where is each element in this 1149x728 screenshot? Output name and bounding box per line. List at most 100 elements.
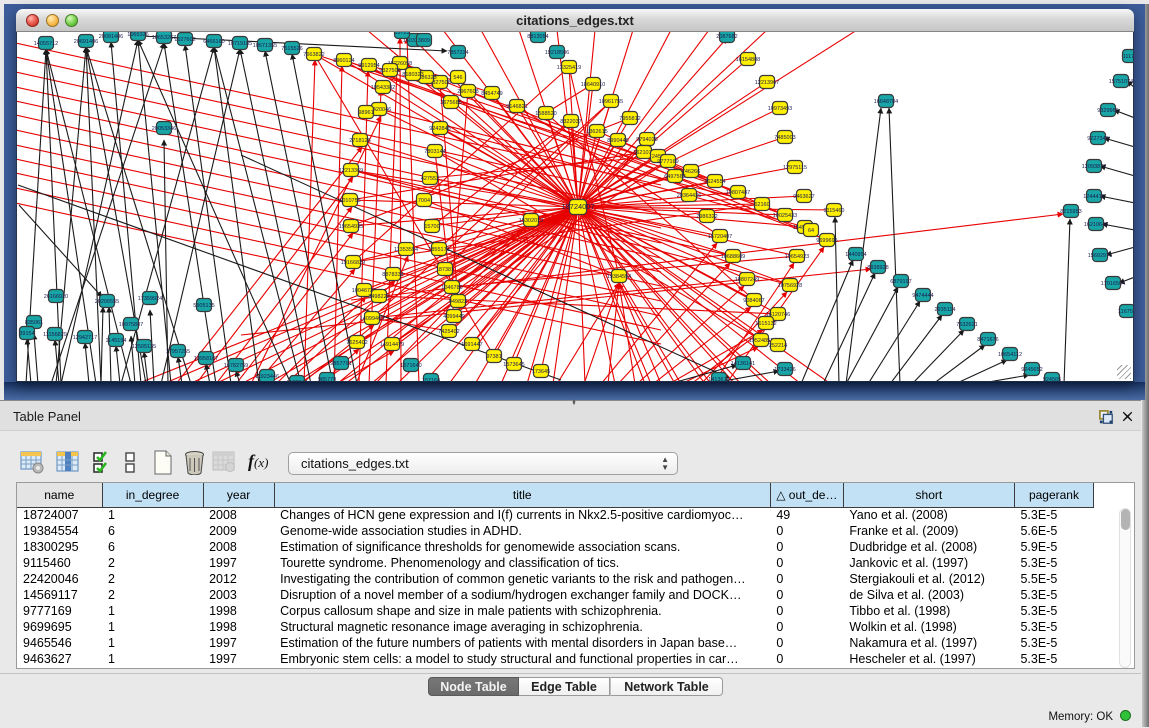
svg-text:11923446: 11923446 <box>255 374 279 380</box>
svg-text:10975887: 10975887 <box>119 322 143 328</box>
svg-text:9794028: 9794028 <box>636 137 657 143</box>
svg-text:10671355: 10671355 <box>253 43 277 49</box>
svg-text:546: 546 <box>453 75 462 81</box>
svg-text:9777169: 9777169 <box>657 159 678 165</box>
svg-text:8322037: 8322037 <box>560 119 581 125</box>
svg-text:11173: 11173 <box>1123 54 1134 60</box>
svg-text:9242848: 9242848 <box>429 126 450 132</box>
svg-text:15720407: 15720407 <box>708 234 732 240</box>
svg-text:8878334: 8878334 <box>382 272 403 278</box>
svg-text:20364436: 20364436 <box>677 193 701 199</box>
svg-text:8180323: 8180323 <box>402 72 423 78</box>
svg-text:19654935: 19654935 <box>339 224 363 230</box>
svg-text:20091406: 20091406 <box>99 34 123 40</box>
svg-text:427552: 427552 <box>421 176 439 182</box>
svg-text:4099449: 4099449 <box>443 314 464 320</box>
svg-text:17957255: 17957255 <box>166 349 190 355</box>
svg-text:157164: 157164 <box>422 378 440 382</box>
svg-text:10961755: 10961755 <box>599 99 623 105</box>
svg-text:7803144: 7803144 <box>424 149 445 155</box>
svg-text:9084067: 9084067 <box>743 298 764 304</box>
svg-text:8813054: 8813054 <box>527 34 548 40</box>
svg-text:7857224: 7857224 <box>447 50 468 56</box>
svg-text:1065326: 1065326 <box>127 32 148 38</box>
svg-text:7004: 7004 <box>418 198 430 204</box>
svg-text:15302013: 15302013 <box>519 218 543 224</box>
svg-text:8471676: 8471676 <box>977 337 998 343</box>
svg-text:12213967: 12213967 <box>755 80 779 86</box>
svg-text:10543382: 10543382 <box>371 85 395 91</box>
svg-text:1010755: 1010755 <box>339 198 360 204</box>
svg-text:64: 64 <box>808 228 814 234</box>
svg-text:3498222: 3498222 <box>368 294 389 300</box>
svg-text:1588520: 1588520 <box>535 111 556 117</box>
svg-text:187381: 187381 <box>436 267 454 273</box>
svg-text:924565: 924565 <box>1043 377 1061 382</box>
svg-text:15700: 15700 <box>424 224 439 230</box>
svg-text:2935114: 2935114 <box>934 307 955 313</box>
svg-text:14099469: 14099469 <box>360 316 384 322</box>
svg-text:6466160: 6466160 <box>203 39 224 45</box>
svg-text:7625402: 7625402 <box>346 340 367 346</box>
svg-text:6497568: 6497568 <box>664 174 685 180</box>
svg-text:3675685: 3675685 <box>440 100 461 106</box>
svg-text:14914479: 14914479 <box>380 342 404 348</box>
svg-text:5905135: 5905135 <box>193 303 214 309</box>
svg-text:9227349: 9227349 <box>1087 136 1108 142</box>
svg-text:10958107: 10958107 <box>194 356 218 362</box>
svg-text:8454749: 8454749 <box>481 91 502 97</box>
svg-text:17016504: 17016504 <box>1101 281 1125 287</box>
svg-text:26166920: 26166920 <box>44 294 68 300</box>
svg-text:16782759: 16782759 <box>224 363 248 369</box>
svg-text:1615132: 1615132 <box>755 321 776 327</box>
svg-text:15751074: 15751074 <box>1109 79 1133 85</box>
svg-text:116753: 116753 <box>1118 309 1134 315</box>
svg-text:8960124: 8960124 <box>333 58 354 64</box>
svg-text:8912954: 8912954 <box>358 63 379 69</box>
svg-text:9327509: 9327509 <box>379 68 400 74</box>
svg-text:1527602: 1527602 <box>174 37 195 43</box>
svg-text:2087682: 2087682 <box>716 34 737 40</box>
svg-text:252214: 252214 <box>769 343 787 349</box>
svg-text:10025433: 10025433 <box>773 213 797 219</box>
svg-text:11353594: 11353594 <box>394 247 418 253</box>
svg-text:20206555: 20206555 <box>95 299 119 305</box>
svg-text:17359924: 17359924 <box>138 296 162 302</box>
svg-text:1192344: 1192344 <box>286 380 307 382</box>
svg-text:16154808: 16154808 <box>736 57 760 63</box>
svg-text:3809: 3809 <box>418 38 430 44</box>
svg-text:16648784: 16648784 <box>874 99 898 105</box>
svg-text:2718126: 2718126 <box>349 138 370 144</box>
svg-text:7425402: 7425402 <box>438 329 459 335</box>
svg-text:6879197: 6879197 <box>890 279 911 285</box>
svg-text:9699695: 9699695 <box>816 238 837 244</box>
svg-text:8215953: 8215953 <box>1060 209 1081 215</box>
svg-text:14136141: 14136141 <box>731 361 755 367</box>
svg-text:19218506: 19218506 <box>545 50 569 56</box>
svg-text:1691447: 1691447 <box>461 342 482 348</box>
svg-text:1733426: 1733426 <box>774 367 795 373</box>
svg-text:7485003: 7485003 <box>774 135 795 141</box>
svg-text:9857791: 9857791 <box>330 361 351 367</box>
svg-text:7632621: 7632621 <box>956 322 977 328</box>
svg-text:835061: 835061 <box>25 320 43 326</box>
svg-text:13325419: 13325419 <box>557 65 581 71</box>
svg-text:7663822: 7663822 <box>303 52 324 58</box>
svg-text:62160: 62160 <box>754 202 769 208</box>
svg-text:10719185: 10719185 <box>228 41 252 47</box>
svg-text:20691406: 20691406 <box>74 39 98 45</box>
svg-text:9329966: 9329966 <box>1097 108 1118 114</box>
svg-text:2967608: 2967608 <box>457 89 478 95</box>
svg-text:1046789: 1046789 <box>441 285 462 291</box>
svg-text:7986322: 7986322 <box>696 214 717 220</box>
svg-text:12213369: 12213369 <box>339 168 363 174</box>
svg-text:8990448: 8990448 <box>607 138 628 144</box>
svg-text:8938928: 8938928 <box>867 265 888 271</box>
svg-text:1571640: 1571640 <box>400 363 421 369</box>
svg-text:949822: 949822 <box>449 299 467 305</box>
svg-text:15692971: 15692971 <box>1088 253 1112 259</box>
svg-text:12975115: 12975115 <box>783 165 807 171</box>
svg-text:1440954: 1440954 <box>845 252 866 258</box>
svg-text:10653267: 10653267 <box>152 35 176 41</box>
svg-text:12942717: 12942717 <box>73 335 97 341</box>
